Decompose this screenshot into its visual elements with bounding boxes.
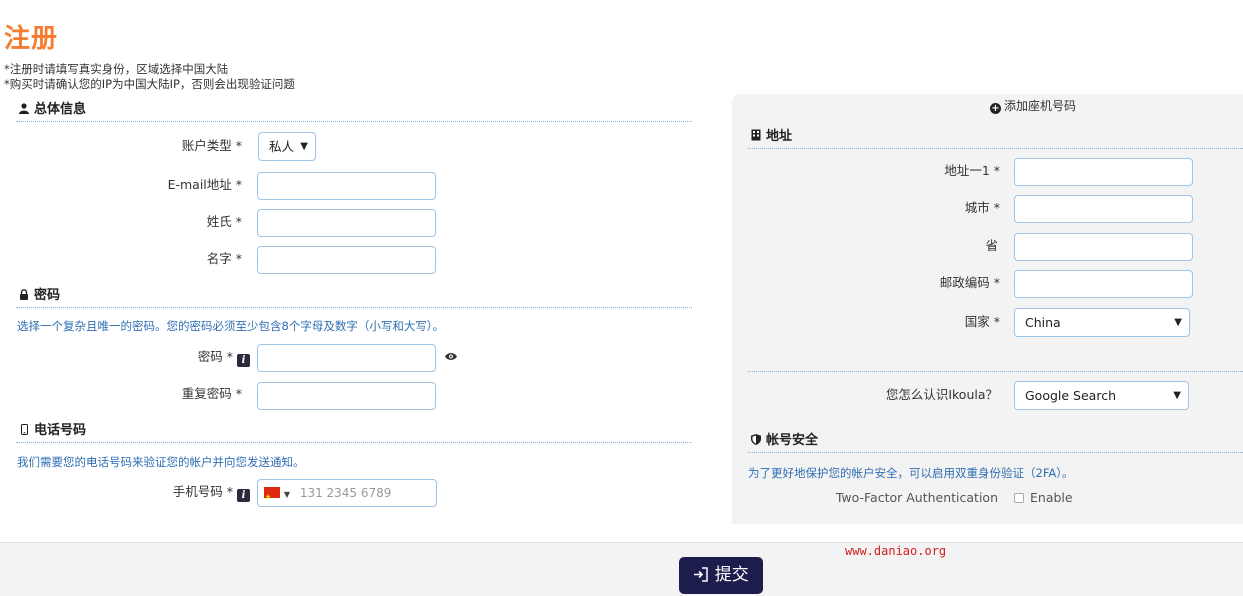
plus-circle-icon: + [990,103,1001,114]
general-section-title: 总体信息 [34,102,87,117]
address1-label: 地址一1 * [944,163,1000,178]
chevron-down-icon: ▼ [1174,317,1182,328]
info-icon[interactable]: i [237,489,250,502]
mobile-phone-icon [16,421,32,441]
email-label: E-mail地址 * [167,177,242,192]
security-section-title: 帐号安全 [766,433,819,448]
user-icon [16,100,32,120]
password-label: 密码 * [197,349,233,364]
sign-in-icon [693,565,714,585]
twofa-label: Two-Factor Authentication [835,490,998,505]
enable-checkbox[interactable] [1014,493,1024,503]
password-hint: 选择一个复杂且唯一的密码。您的密码必须至少包含8个字母及数字（小写和大写）。 [17,319,445,333]
twofa-enable-toggle[interactable]: Enable [1014,485,1073,511]
notice-line-1: *注册时请填写真实身份，区域选择中国大陆 [4,62,229,76]
footer-bar [0,542,1243,596]
password-section-title: 密码 [34,288,61,303]
postcode-field[interactable] [1014,270,1193,298]
password-section-header: 密码 [16,286,692,308]
repeat-password-field[interactable] [257,382,436,410]
country-select[interactable]: China ▼ [1014,308,1190,337]
security-section-header: 帐号安全 [748,431,1243,453]
chevron-down-icon: ▼ [283,490,290,499]
address1-field[interactable] [1014,158,1193,186]
building-icon [748,127,764,147]
eye-icon[interactable] [445,350,457,364]
china-flag-icon [264,484,280,510]
shield-icon [748,431,764,451]
province-field[interactable] [1014,233,1193,261]
country-label: 国家 * [964,314,1000,329]
phone-section-header: 电话号码 [16,421,692,443]
lock-icon [16,286,32,306]
mobile-field[interactable]: ▼ 131 2345 6789 [257,479,437,510]
chevron-down-icon: ▼ [300,141,308,152]
watermark-text: www.daniao.org [845,544,947,558]
info-icon[interactable]: i [237,354,250,367]
city-field[interactable] [1014,195,1193,223]
password-field[interactable] [257,344,436,372]
address-section-title: 地址 [766,129,793,144]
lastname-field[interactable] [257,209,436,237]
chevron-down-icon: ▼ [1173,390,1181,401]
mobile-label: 手机号码 * [172,484,233,499]
lastname-label: 姓氏 * [206,214,242,229]
province-label: 省 [985,238,998,253]
mobile-label-row: 手机号码 * i [110,479,250,505]
address-section-header: 地址 [748,127,1243,149]
phone-hint: 我们需要您的电话号码来验证您的帐户并向您发送通知。 [17,455,305,469]
add-landline-link[interactable]: + 添加座机号码 [990,98,1076,114]
referral-select[interactable]: Google Search ▼ [1014,381,1189,410]
add-landline-label: 添加座机号码 [1004,99,1077,113]
email-field[interactable] [257,172,436,200]
firstname-field[interactable] [257,246,436,274]
country-flag-dropdown[interactable]: ▼ [264,484,290,510]
notice-line-2: *购买时请确认您的IP为中国大陆IP，否则会出现验证问题 [4,77,295,91]
referral-label: 您怎么认识Ikoula？ [885,387,998,402]
password-label-row: 密码 * i [110,344,250,370]
city-label: 城市 * [964,200,1000,215]
account-type-value: 私人 [269,139,295,154]
phone-section-title: 电话号码 [34,423,87,438]
country-value: China [1025,315,1061,330]
panel-divider [748,371,1243,372]
repeat-password-label: 重复密码 * [181,386,242,401]
mobile-placeholder: 131 2345 6789 [299,486,392,500]
page-title: 注册 [4,24,59,54]
postcode-label: 邮政编码 * [939,275,1000,290]
general-section-header: 总体信息 [16,100,692,122]
submit-button[interactable]: 提交 [679,557,763,594]
account-type-select[interactable]: 私人 ▼ [258,132,316,161]
account-type-label: 账户类型 * [181,138,242,153]
submit-label: 提交 [714,565,749,585]
firstname-label: 名字 * [206,251,242,266]
security-hint: 为了更好地保护您的帐户安全，可以启用双重身份验证（2FA）。 [748,466,1074,480]
enable-label: Enable [1030,490,1073,505]
referral-value: Google Search [1025,388,1116,403]
